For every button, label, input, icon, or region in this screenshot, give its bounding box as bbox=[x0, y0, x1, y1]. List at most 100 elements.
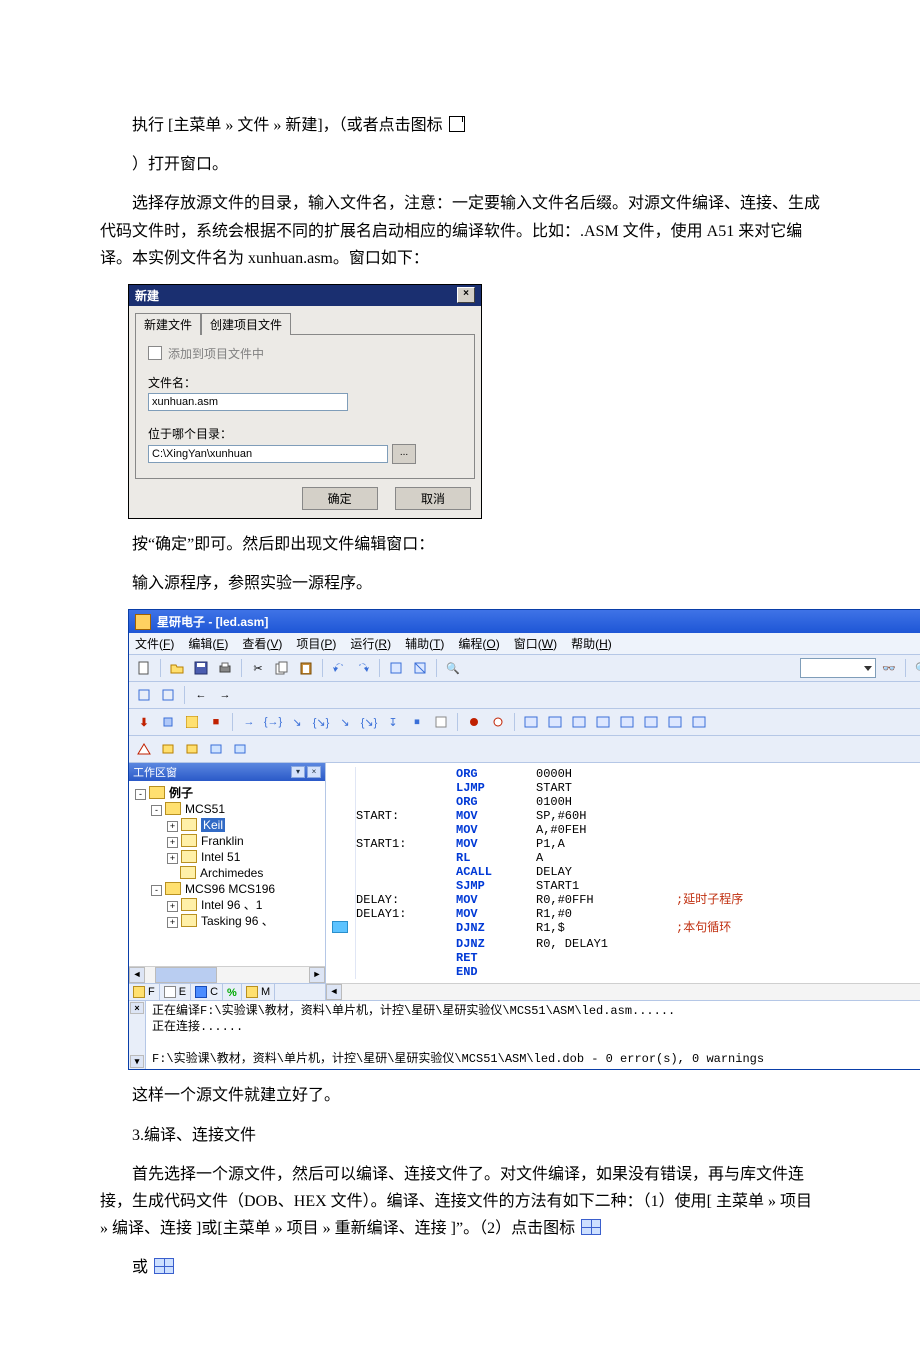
workspace-tree[interactable]: -例子 -MCS51+Keil+Franklin+Intel 51Archime… bbox=[129, 781, 325, 966]
para-1b: ）打开窗口。 bbox=[100, 151, 820, 178]
tb4-b-icon[interactable] bbox=[157, 739, 179, 759]
ws-tab-e[interactable]: E bbox=[160, 984, 191, 1000]
workspace-title: 工作区窗 ▾ × bbox=[129, 763, 325, 781]
ok-button[interactable]: 确定 bbox=[302, 487, 378, 510]
tb3-stepover-icon[interactable]: {→} bbox=[262, 712, 284, 732]
tree-item[interactable]: Archimedes bbox=[167, 865, 323, 881]
add-to-project-checkbox[interactable] bbox=[148, 346, 162, 360]
menu-e[interactable]: 编辑(E) bbox=[188, 635, 228, 652]
tb3-stepd-icon[interactable]: {↘} bbox=[310, 712, 332, 732]
tree-item[interactable]: +Intel 51 bbox=[167, 849, 323, 865]
tab-create-project[interactable]: 创建项目文件 bbox=[201, 313, 291, 335]
tb-redo-icon[interactable] bbox=[352, 658, 374, 678]
cancel-button[interactable]: 取消 bbox=[395, 487, 471, 510]
tb3-win8-icon[interactable] bbox=[688, 712, 710, 732]
tb3-stepe-icon[interactable]: ↘ bbox=[334, 712, 356, 732]
tb-paste-icon[interactable] bbox=[295, 658, 317, 678]
workspace-dropdown-icon[interactable]: ▾ bbox=[291, 766, 305, 778]
tb3-stepinto-icon[interactable]: → bbox=[238, 712, 260, 732]
tb3-stepout-icon[interactable]: ↘ bbox=[286, 712, 308, 732]
tree-item[interactable]: +Franklin bbox=[167, 833, 323, 849]
output-handle[interactable]: × ▾ bbox=[129, 1001, 146, 1069]
ws-tab-c[interactable]: C bbox=[191, 984, 223, 1000]
dialog-close-button[interactable]: × bbox=[457, 287, 475, 303]
tb-open-icon[interactable] bbox=[166, 658, 188, 678]
tb-zoom-icon[interactable]: 🔍 bbox=[911, 658, 920, 678]
output-restore-icon[interactable]: ▾ bbox=[130, 1055, 144, 1068]
ws-tab-f[interactable]: F bbox=[129, 984, 160, 1000]
menu-p[interactable]: 项目(P) bbox=[296, 635, 336, 652]
menu-r[interactable]: 运行(R) bbox=[350, 635, 391, 652]
tree-item[interactable]: +Tasking 96 、 bbox=[167, 913, 323, 929]
tb3-win5-icon[interactable] bbox=[616, 712, 638, 732]
tree-root[interactable]: 例子 bbox=[169, 786, 193, 800]
ws-tab-m-icon bbox=[246, 986, 258, 998]
tb-binoculars-icon[interactable]: 👓 bbox=[878, 658, 900, 678]
tb3-download-icon[interactable]: ⬇ bbox=[133, 712, 155, 732]
tb-find-icon[interactable]: 🔍 bbox=[442, 658, 464, 678]
tb4-c-icon[interactable] bbox=[181, 739, 203, 759]
tb2-b-icon[interactable] bbox=[157, 685, 179, 705]
tree-item[interactable]: -MCS51+Keil+Franklin+Intel 51Archimedes bbox=[151, 801, 323, 881]
tb3-stop-icon[interactable]: ■ bbox=[205, 712, 227, 732]
menu-w[interactable]: 窗口(W) bbox=[514, 635, 557, 652]
tb3-stepg-icon[interactable]: ↧ bbox=[382, 712, 404, 732]
tb3-win3-icon[interactable] bbox=[568, 712, 590, 732]
para-7: 首先选择一个源文件，然后可以编译、连接文件了。对文件编译，如果没有错误，再与库文… bbox=[100, 1161, 820, 1243]
tb4-a-icon[interactable] bbox=[133, 739, 155, 759]
tb4-e-icon[interactable] bbox=[229, 739, 251, 759]
tree-item[interactable]: +Keil bbox=[167, 817, 323, 833]
tb3-win4-icon[interactable] bbox=[592, 712, 614, 732]
tb-print-icon[interactable] bbox=[214, 658, 236, 678]
tb2-a-icon[interactable] bbox=[133, 685, 155, 705]
breakpoint-icon[interactable] bbox=[332, 921, 348, 933]
editor-scroll-left-icon[interactable]: ◄ bbox=[326, 984, 342, 1000]
ws-tab-pct[interactable]: %% bbox=[223, 984, 242, 1000]
tb2-left-icon[interactable]: ← bbox=[190, 685, 212, 705]
menu-v[interactable]: 查看(V) bbox=[242, 635, 282, 652]
filename-input[interactable] bbox=[148, 393, 348, 411]
scroll-left-icon[interactable]: ◄ bbox=[129, 967, 145, 983]
output-close-icon[interactable]: × bbox=[130, 1002, 144, 1014]
tab-new-file[interactable]: 新建文件 bbox=[135, 313, 201, 335]
tb-new-icon[interactable] bbox=[133, 658, 155, 678]
tb3-bp-icon[interactable] bbox=[463, 712, 485, 732]
workspace-hscroll[interactable]: ◄ ► bbox=[129, 966, 325, 983]
tb-cut-icon[interactable]: ✂ bbox=[247, 658, 269, 678]
tb3-steph-icon[interactable]: ⏹ bbox=[406, 712, 428, 732]
browse-button[interactable]: ... bbox=[392, 444, 416, 464]
scroll-right-icon[interactable]: ► bbox=[309, 967, 325, 983]
ws-tab-c-icon bbox=[195, 986, 207, 998]
tb-build-icon[interactable] bbox=[385, 658, 407, 678]
menu-f[interactable]: 文件(F) bbox=[135, 635, 174, 652]
tb-combo[interactable] bbox=[800, 658, 876, 678]
tb3-stepf-icon[interactable]: {↘} bbox=[358, 712, 380, 732]
tb-copy-icon[interactable] bbox=[271, 658, 293, 678]
tb3-win6-icon[interactable] bbox=[640, 712, 662, 732]
tree-item[interactable]: -MCS96 MCS196+Intel 96 、1+Tasking 96 、 bbox=[151, 881, 323, 929]
menu-t[interactable]: 辅助(T) bbox=[405, 635, 444, 652]
tb-undo-icon[interactable] bbox=[328, 658, 350, 678]
scroll-thumb[interactable] bbox=[155, 967, 217, 983]
tb2-right-icon[interactable]: → bbox=[214, 685, 236, 705]
code-area[interactable]: ORG0000HLJMPSTARTORG0100HSTART:MOVSP,#60… bbox=[326, 763, 920, 983]
ws-tab-m[interactable]: M bbox=[242, 984, 275, 1000]
tb4-d-icon[interactable] bbox=[205, 739, 227, 759]
tb3-bp2-icon[interactable] bbox=[487, 712, 509, 732]
tb3-win2-icon[interactable] bbox=[544, 712, 566, 732]
tb3-chip-icon[interactable] bbox=[157, 712, 179, 732]
editor-hscroll[interactable]: ◄ bbox=[326, 983, 920, 1000]
tb-save-icon[interactable] bbox=[190, 658, 212, 678]
menu-o[interactable]: 编程(O) bbox=[458, 635, 499, 652]
directory-input[interactable] bbox=[148, 445, 388, 463]
tree-item[interactable]: +Intel 96 、1 bbox=[167, 897, 323, 913]
tb-rebuild-icon[interactable] bbox=[409, 658, 431, 678]
dialog-tabs: 新建文件创建项目文件 bbox=[129, 306, 481, 334]
tb3-win7-icon[interactable] bbox=[664, 712, 686, 732]
code-editor[interactable]: ORG0000HLJMPSTARTORG0100HSTART:MOVSP,#60… bbox=[326, 763, 920, 1000]
workspace-close-icon[interactable]: × bbox=[307, 766, 321, 778]
menu-h[interactable]: 帮助(H) bbox=[571, 635, 612, 652]
tb3-stepi-icon[interactable] bbox=[430, 712, 452, 732]
tb3-win1-icon[interactable] bbox=[520, 712, 542, 732]
tb3-run-icon[interactable] bbox=[181, 712, 203, 732]
